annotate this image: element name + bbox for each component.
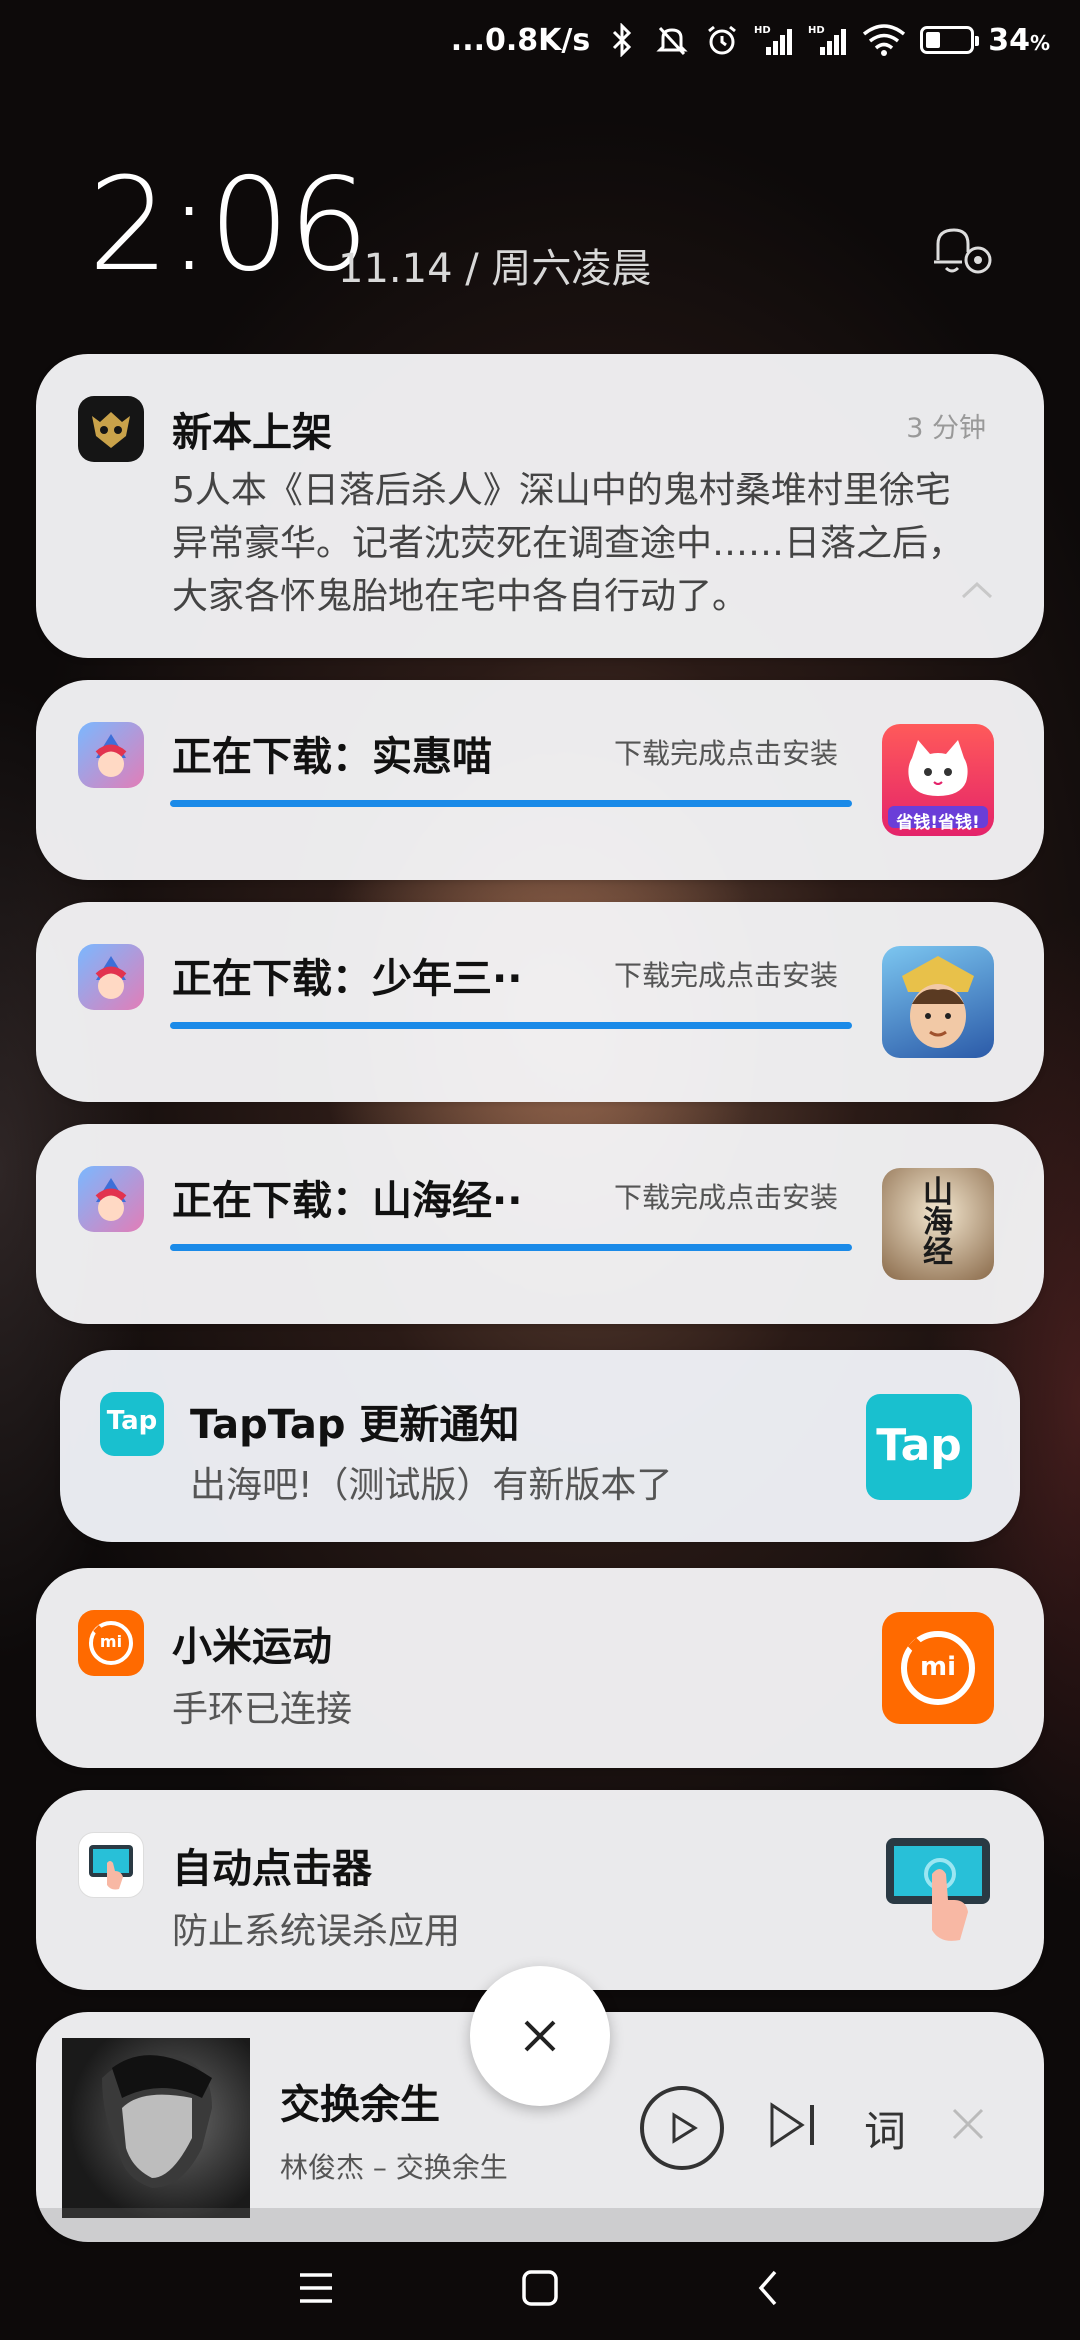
play-button[interactable]: [640, 2086, 724, 2170]
download-hint: 下载完成点击安装: [614, 959, 839, 992]
battery-unit: %: [1029, 30, 1050, 55]
taptap-icon-label: Tap: [106, 1406, 158, 1436]
shanhaijing-app-icon: 山海经: [882, 1168, 994, 1280]
notification-new-script[interactable]: 新本上架 3 分钟 5人本《日落后杀人》深山中的鬼村桑堆村里徐宅异常豪华。记者沈…: [36, 354, 1044, 658]
notification-title: 正在下载：山海经··: [172, 1178, 523, 1224]
notification-taptap[interactable]: Tap TapTap 更新通知 出海吧!（测试版）有新版本了 Tap: [60, 1350, 1020, 1542]
notification-title: 正在下载：实惠喵: [172, 734, 492, 780]
alarm-icon: [704, 22, 740, 58]
collapse-chevron-icon[interactable]: [960, 580, 994, 604]
navigation-bar: [0, 2236, 1080, 2340]
skip-next-icon[interactable]: [766, 2100, 822, 2154]
notification-settings-icon[interactable]: [932, 222, 996, 278]
auto-clicker-icon: [78, 1832, 144, 1898]
download-hint: 下载完成点击安装: [614, 737, 839, 770]
notification-subtitle: 出海吧!（测试版）有新版本了: [190, 1465, 673, 1506]
status-bar: ...0.8K/s HD HD 34%: [0, 0, 1080, 96]
artist-line: 林俊杰 – 交换余生: [280, 2151, 508, 2184]
download-hint: 下载完成点击安装: [614, 1181, 839, 1214]
play-icon: [672, 2112, 698, 2144]
shanhaijing-title: 山海经: [923, 1175, 953, 1270]
mi-fitness-icon: mi: [78, 1610, 144, 1676]
game-store-icon: [78, 944, 144, 1010]
close-icon: [524, 2020, 556, 2052]
notification-time: 3 分钟: [906, 413, 986, 444]
network-speed: ...0.8K/s: [450, 22, 591, 58]
dark-mask-icon: [78, 396, 144, 462]
taptap-thumb-label: Tap: [876, 1420, 962, 1471]
hd-label: HD: [754, 25, 771, 36]
notification-download-2[interactable]: 正在下载：少年三·· 下载完成点击安装: [36, 902, 1044, 1102]
mi-fitness-icon: mi: [882, 1612, 994, 1724]
signal-hd-icon: HD: [754, 22, 794, 58]
hd-label: HD: [808, 25, 825, 36]
notification-subtitle: 防止系统误杀应用: [172, 1911, 461, 1952]
notification-download-3[interactable]: 正在下载：山海经·· 下载完成点击安装 山海经: [36, 1124, 1044, 1324]
notification-mi-fitness[interactable]: mi 小米运动 手环已连接 mi: [36, 1568, 1044, 1768]
notification-title: TapTap 更新通知: [190, 1402, 520, 1448]
bell-muted-icon: [654, 22, 690, 58]
bluetooth-icon: [604, 22, 640, 58]
download-progress-bar: [170, 1244, 852, 1251]
game-store-icon: [78, 722, 144, 788]
notification-auto-clicker[interactable]: 自动点击器 防止系统误杀应用: [36, 1790, 1044, 1990]
back-icon[interactable]: [736, 2256, 800, 2320]
album-art: [62, 2038, 250, 2218]
home-icon[interactable]: [508, 2256, 572, 2320]
notification-title: 正在下载：少年三··: [172, 956, 523, 1002]
taptap-icon: Tap: [866, 1394, 972, 1500]
notification-download-1[interactable]: 正在下载：实惠喵 下载完成点击安装 省钱!省钱!: [36, 680, 1044, 880]
lyrics-button[interactable]: 词: [864, 2098, 906, 2159]
song-title: 交换余生: [280, 2082, 440, 2128]
mi-icon-label: mi: [99, 1632, 123, 1651]
close-icon[interactable]: [948, 2104, 988, 2148]
notification-title: 小米运动: [172, 1624, 332, 1670]
notification-subtitle: 手环已连接: [172, 1689, 353, 1730]
menu-icon[interactable]: [284, 2256, 348, 2320]
notification-body: 5人本《日落后杀人》深山中的鬼村桑堆村里徐宅异常豪华。记者沈荧死在调查途中……日…: [172, 470, 965, 617]
download-progress-bar: [170, 800, 852, 807]
game-store-icon: [78, 1166, 144, 1232]
taptap-icon: Tap: [100, 1392, 164, 1456]
battery-icon: [920, 26, 980, 54]
auto-clicker-icon: [882, 1834, 994, 1946]
wifi-icon: [862, 22, 906, 58]
battery-percent: 34: [988, 22, 1030, 58]
download-progress-bar: [170, 1022, 852, 1029]
mi-thumb-label: mi: [919, 1652, 956, 1682]
warrior-app-icon: [882, 946, 994, 1058]
lockscreen-date: 11.14 / 周六凌晨: [338, 246, 652, 292]
cat-app-icon: 省钱!省钱!: [882, 724, 994, 836]
cat-app-label: 省钱!省钱!: [896, 813, 980, 833]
clear-all-button[interactable]: [470, 1966, 610, 2106]
notification-title: 自动点击器: [172, 1846, 372, 1892]
signal-hd-icon: HD: [808, 22, 848, 58]
lockscreen-time: 2:06: [88, 151, 369, 300]
notification-title: 新本上架: [172, 410, 332, 456]
